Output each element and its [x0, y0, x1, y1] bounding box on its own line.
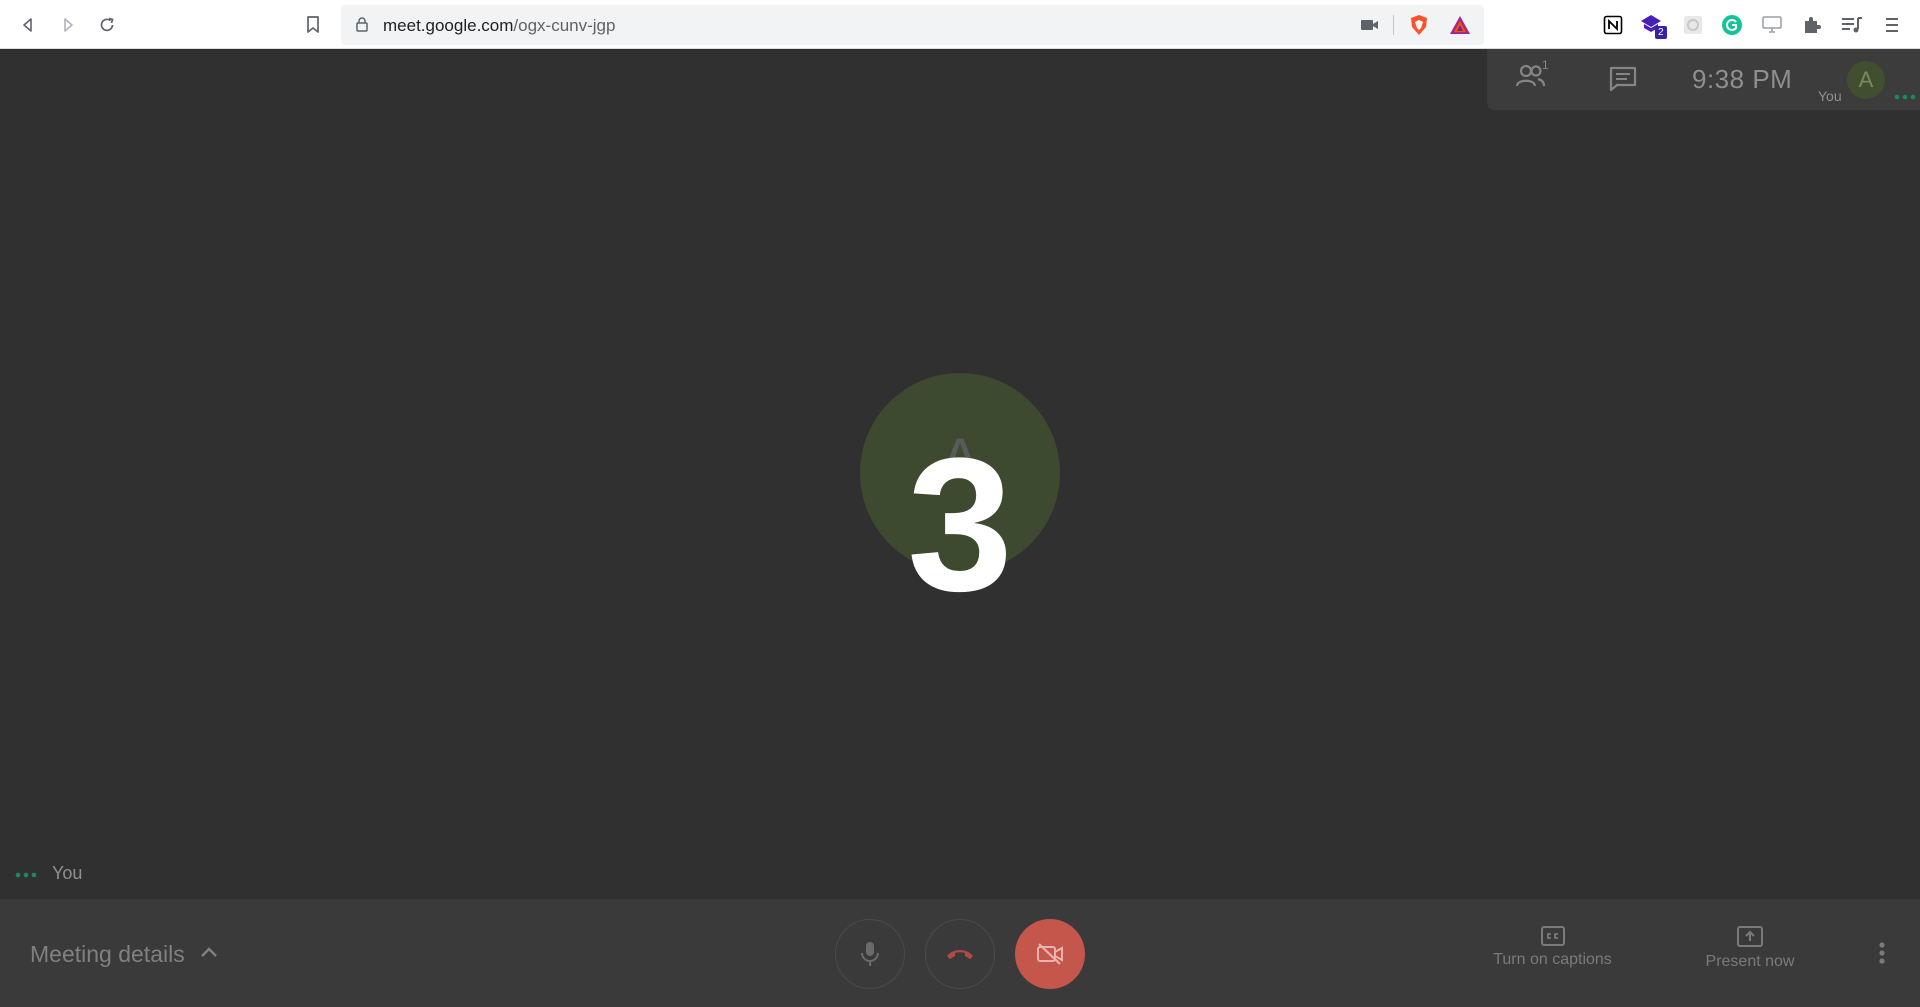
- media-control-button[interactable]: [1840, 13, 1864, 37]
- chevron-up-icon[interactable]: [197, 941, 221, 965]
- url-host: meet.google.com: [383, 16, 514, 35]
- hang-up-icon: [947, 950, 973, 959]
- notion-icon: [1603, 15, 1623, 35]
- self-avatar-letter: A: [1858, 67, 1874, 92]
- menu-icon: [1886, 18, 1898, 32]
- present-screen-icon: [1737, 926, 1763, 947]
- puzzle-grid-icon: [1684, 16, 1702, 34]
- tile-name-label: You: [52, 863, 83, 883]
- camera-icon[interactable]: [1361, 19, 1379, 31]
- screen-icon: [1762, 16, 1782, 33]
- screen-extension[interactable]: [1760, 13, 1784, 37]
- badge-extension[interactable]: 2: [1641, 13, 1667, 39]
- meeting-details-button[interactable]: Meeting details: [30, 941, 185, 968]
- extensions-puzzle-icon: [1805, 17, 1821, 33]
- microphone-button[interactable]: [835, 919, 905, 989]
- camera-toggle-button[interactable]: [1015, 919, 1085, 989]
- captions-label: Turn on captions: [1493, 951, 1612, 968]
- extension-badge-count: 2: [1655, 26, 1667, 39]
- brave-rewards-icon[interactable]: [1449, 15, 1471, 35]
- chat-icon: [1609, 66, 1637, 92]
- present-now-button[interactable]: Present now: [1690, 925, 1810, 971]
- speaking-indicator-icon: [15, 872, 37, 878]
- self-label: You: [1818, 88, 1842, 104]
- more-options-icon[interactable]: [1870, 940, 1894, 968]
- playlist-icon: [1842, 17, 1862, 33]
- url-path: /ogx-cunv-jgp: [513, 16, 616, 35]
- browser-toolbar: meet.google.com/ogx-cunv-jgp 2: [0, 0, 1920, 49]
- back-icon: [23, 18, 32, 32]
- url-text[interactable]: meet.google.com/ogx-cunv-jgp: [383, 16, 615, 36]
- back-button[interactable]: [14, 11, 42, 39]
- brave-shield-icon[interactable]: [1409, 14, 1429, 36]
- grammarly-extension[interactable]: [1720, 13, 1744, 37]
- grid-extension[interactable]: [1681, 13, 1705, 37]
- notion-extension[interactable]: [1601, 13, 1625, 37]
- grammarly-icon: [1722, 15, 1742, 35]
- extensions-button[interactable]: [1800, 13, 1824, 37]
- bookmark-icon: [307, 16, 319, 33]
- lock-icon: [356, 17, 368, 32]
- reload-icon: [100, 17, 114, 32]
- microphone-icon: [861, 942, 879, 966]
- camera-off-icon: [1037, 943, 1063, 965]
- clock-time: 9:38 PM: [1692, 64, 1793, 94]
- participants-count: 1: [1542, 58, 1549, 72]
- countdown-number: 3: [907, 419, 1013, 631]
- speaking-dots-icon: [1894, 94, 1916, 100]
- bookmark-button[interactable]: [299, 11, 327, 39]
- present-label: Present now: [1705, 953, 1795, 970]
- participants-button[interactable]: 1: [1515, 58, 1552, 94]
- closed-captions-icon: [1540, 926, 1565, 946]
- self-avatar[interactable]: A: [1847, 61, 1885, 99]
- address-bar[interactable]: meet.google.com/ogx-cunv-jgp: [341, 5, 1484, 45]
- chat-button[interactable]: [1609, 66, 1639, 94]
- forward-button[interactable]: [54, 11, 82, 39]
- leave-call-button[interactable]: [925, 919, 995, 989]
- forward-icon: [64, 18, 73, 32]
- captions-button[interactable]: Turn on captions: [1480, 925, 1625, 969]
- reload-button[interactable]: [93, 11, 121, 39]
- omnibox-divider: [1393, 15, 1394, 35]
- browser-menu-button[interactable]: [1880, 13, 1904, 37]
